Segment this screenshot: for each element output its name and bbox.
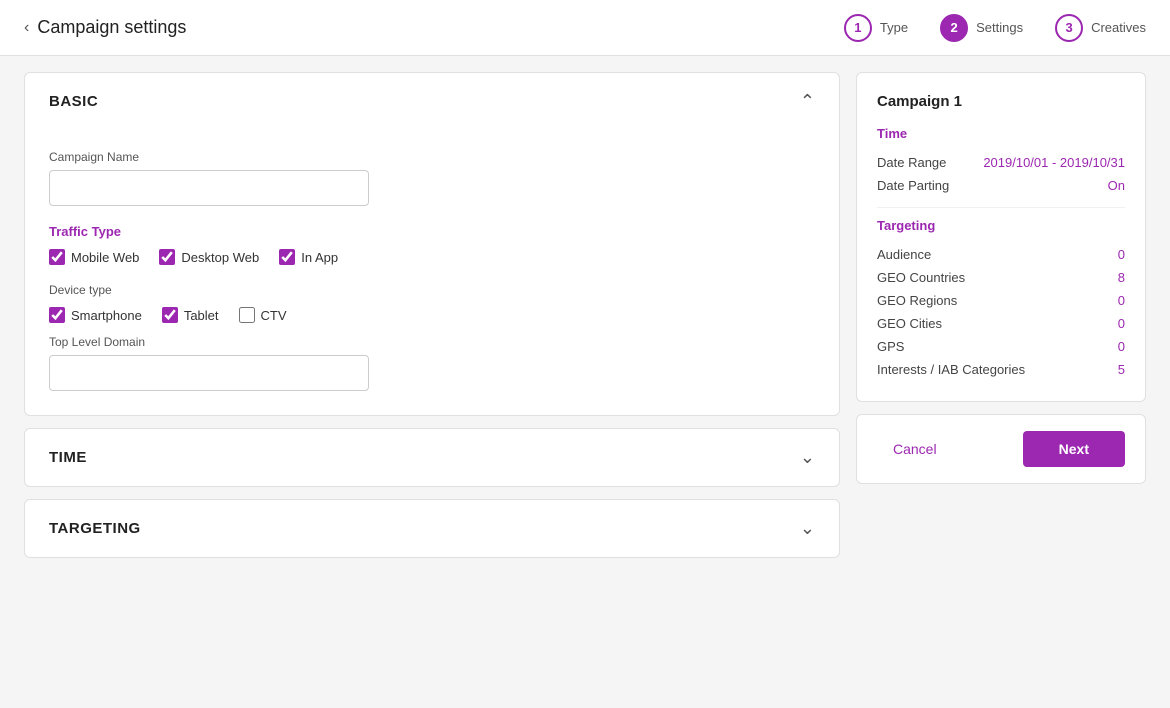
traffic-in-app-label: In App [301,250,338,265]
step-creatives-label: Creatives [1091,20,1146,35]
step-type[interactable]: 1 Type [844,14,908,42]
step-creatives-circle: 3 [1055,14,1083,42]
summary-targeting-row-4: GPS 0 [877,335,1125,358]
targeting-row-label-1: GEO Countries [877,270,965,285]
device-smartphone-checkbox[interactable] [49,307,65,323]
top-level-domain-input[interactable] [49,355,369,391]
traffic-in-app[interactable]: In App [279,249,338,265]
summary-date-parting-label: Date Parting [877,178,949,193]
basic-section-header: BASIC ⌃ [25,73,839,130]
summary-targeting-title: Targeting [877,218,1125,233]
summary-date-parting-value: On [1108,178,1125,193]
targeting-row-value-5: 5 [1118,362,1125,377]
step-settings-label: Settings [976,20,1023,35]
top-bar-left: ‹ Campaign settings [24,17,186,38]
time-section-header[interactable]: TIME ⌄ [25,429,839,486]
targeting-collapse-icon[interactable]: ⌄ [800,518,815,539]
cancel-button[interactable]: Cancel [877,433,953,465]
step-type-label: Type [880,20,908,35]
device-tablet[interactable]: Tablet [162,307,219,323]
main-content: BASIC ⌃ Campaign Name Traffic Type Mobil… [0,56,1170,574]
stepper: 1 Type 2 Settings 3 Creatives [844,14,1146,42]
traffic-in-app-checkbox[interactable] [279,249,295,265]
summary-targeting-row-1: GEO Countries 8 [877,266,1125,289]
step-settings[interactable]: 2 Settings [940,14,1023,42]
page-title: Campaign settings [37,17,186,38]
summary-time-title: Time [877,126,1125,141]
device-tablet-checkbox[interactable] [162,307,178,323]
traffic-mobile-web[interactable]: Mobile Web [49,249,139,265]
step-settings-circle: 2 [940,14,968,42]
time-section-title: TIME [49,449,87,466]
back-button[interactable]: ‹ [24,19,29,37]
summary-divider [877,207,1125,208]
summary-targeting-row-5: Interests / IAB Categories 5 [877,358,1125,381]
targeting-row-label-3: GEO Cities [877,316,942,331]
summary-date-parting-row: Date Parting On [877,174,1125,197]
summary-date-range-value: 2019/10/01 - 2019/10/31 [983,155,1125,170]
campaign-name-label: Campaign Name [49,150,815,164]
next-button[interactable]: Next [1023,431,1125,467]
time-card: TIME ⌄ [24,428,840,487]
basic-collapse-icon[interactable]: ⌃ [800,91,815,112]
traffic-mobile-web-label: Mobile Web [71,250,139,265]
targeting-row-label-5: Interests / IAB Categories [877,362,1025,377]
traffic-type-group: Mobile Web Desktop Web In App [49,249,815,265]
left-panel: BASIC ⌃ Campaign Name Traffic Type Mobil… [24,72,840,558]
traffic-type-label: Traffic Type [49,224,815,239]
basic-card: BASIC ⌃ Campaign Name Traffic Type Mobil… [24,72,840,416]
device-type-group: Smartphone Tablet CTV [49,307,815,323]
targeting-row-label-4: GPS [877,339,904,354]
targeting-row-value-4: 0 [1118,339,1125,354]
right-panel: Campaign 1 Time Date Range 2019/10/01 - … [856,72,1146,484]
summary-date-range-label: Date Range [877,155,946,170]
basic-section-title: BASIC [49,93,98,110]
summary-targeting-row-3: GEO Cities 0 [877,312,1125,335]
device-smartphone-label: Smartphone [71,308,142,323]
device-smartphone[interactable]: Smartphone [49,307,142,323]
action-card: Cancel Next [856,414,1146,484]
device-tablet-label: Tablet [184,308,219,323]
targeting-row-label-2: GEO Regions [877,293,957,308]
traffic-desktop-web[interactable]: Desktop Web [159,249,259,265]
time-collapse-icon[interactable]: ⌄ [800,447,815,468]
summary-date-range-row: Date Range 2019/10/01 - 2019/10/31 [877,151,1125,174]
top-bar: ‹ Campaign settings 1 Type 2 Settings 3 … [0,0,1170,56]
device-type-label: Device type [49,283,815,297]
targeting-card: TARGETING ⌄ [24,499,840,558]
summary-targeting-row-0: Audience 0 [877,243,1125,266]
summary-campaign-name: Campaign 1 [877,93,1125,110]
device-ctv-label: CTV [261,308,287,323]
targeting-section-title: TARGETING [49,520,141,537]
device-ctv[interactable]: CTV [239,307,287,323]
traffic-mobile-web-checkbox[interactable] [49,249,65,265]
top-level-domain-label: Top Level Domain [49,335,815,349]
targeting-row-value-3: 0 [1118,316,1125,331]
summary-targeting-row-2: GEO Regions 0 [877,289,1125,312]
targeting-row-value-2: 0 [1118,293,1125,308]
device-ctv-checkbox[interactable] [239,307,255,323]
targeting-section-header[interactable]: TARGETING ⌄ [25,500,839,557]
step-type-circle: 1 [844,14,872,42]
campaign-name-input[interactable] [49,170,369,206]
targeting-row-value-0: 0 [1118,247,1125,262]
targeting-rows: Audience 0 GEO Countries 8 GEO Regions 0… [877,243,1125,381]
basic-card-body: Campaign Name Traffic Type Mobile Web De… [25,130,839,415]
traffic-desktop-web-checkbox[interactable] [159,249,175,265]
targeting-row-value-1: 8 [1118,270,1125,285]
step-creatives[interactable]: 3 Creatives [1055,14,1146,42]
traffic-desktop-web-label: Desktop Web [181,250,259,265]
summary-card: Campaign 1 Time Date Range 2019/10/01 - … [856,72,1146,402]
targeting-row-label-0: Audience [877,247,931,262]
